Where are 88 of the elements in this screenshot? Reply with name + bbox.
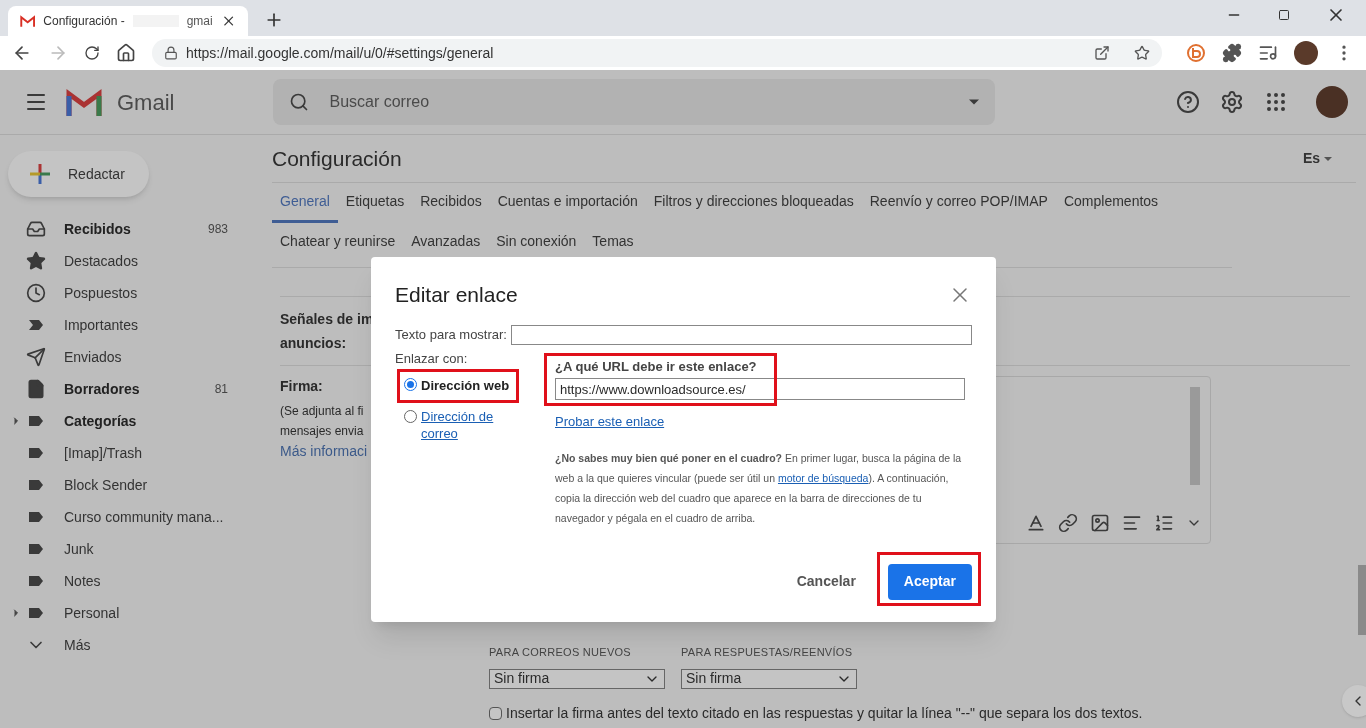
checkbox[interactable]	[489, 706, 502, 720]
sidebar-item[interactable]: Pospuestos	[0, 277, 256, 309]
sidebar-item[interactable]: Destacados	[0, 245, 256, 277]
address-bar[interactable]: https://mail.google.com/mail/u/0/#settings/general	[152, 39, 1162, 67]
search-icon	[289, 92, 310, 112]
settings-tab[interactable]: Recibidos	[412, 183, 490, 223]
settings-tab[interactable]: Reenvío y correo POP/IMAP	[861, 183, 1056, 223]
sidebar-item[interactable]: Más	[0, 629, 256, 661]
clock-icon	[26, 283, 46, 303]
setting-note: mensajes envia	[280, 423, 364, 440]
settings-icon[interactable]	[1220, 90, 1244, 114]
plus-icon	[28, 162, 52, 186]
url-input[interactable]: https://www.downloadsource.es/	[555, 378, 965, 400]
test-link[interactable]: Probar este enlace	[555, 412, 972, 432]
setting-label: Firma:	[280, 377, 323, 396]
sidebar-item[interactable]: Borradores 81	[0, 373, 256, 405]
gmail-logo-icon	[66, 88, 102, 116]
external-link-icon[interactable]	[1094, 45, 1110, 61]
media-icon[interactable]	[1258, 43, 1278, 63]
app-name: Gmail	[117, 88, 175, 117]
apps-icon[interactable]	[1264, 90, 1288, 114]
sidebar-item[interactable]: Personal	[0, 597, 256, 629]
setting-label: anuncios:	[280, 334, 347, 353]
settings-tab[interactable]: Cuentas e importación	[489, 183, 646, 223]
sidebar-item[interactable]: Notes	[0, 565, 256, 597]
mail-logo-icon	[20, 15, 36, 27]
bookmark-star-icon[interactable]	[1134, 45, 1150, 61]
tab-title: gmai	[186, 13, 213, 30]
help-icon[interactable]	[1176, 90, 1200, 114]
setting-note: (Se adjunta al fi	[280, 403, 364, 420]
help-text: ¿No sabes muy bien qué poner en el cuadro? En primer lugar, busca la página de la web a la que quieres vincular (puede ser útil un motor de búsqueda). A continuación, copia la dirección web del cuadro que aparece en la barra de direcciones de tu navegador y pégala en el cuadro de arriba.	[555, 450, 963, 526]
settings-tab[interactable]: Chatear y reunirse	[272, 223, 404, 263]
compose-button[interactable]: Redactar	[8, 151, 149, 197]
tab-title: Configuración -	[43, 13, 125, 30]
field-label: PARA RESPUESTAS/REENVÍOS	[681, 645, 854, 660]
search-engine-link[interactable]: motor de búsqueda	[777, 471, 869, 484]
sidebar-item[interactable]: [Imap]/Trash	[0, 437, 256, 469]
signature-select[interactable]: Sin firma	[489, 668, 665, 689]
field-label: PARA CORREOS NUEVOS	[489, 645, 632, 660]
home-icon[interactable]	[116, 43, 136, 63]
lock-icon	[164, 46, 178, 60]
sidebar-item[interactable]: Junk	[0, 533, 256, 565]
align-icon[interactable]	[1122, 513, 1142, 533]
extension-icon[interactable]	[1186, 43, 1206, 63]
star-icon	[26, 251, 46, 271]
font-color-icon[interactable]	[1026, 513, 1046, 533]
image-icon[interactable]	[1090, 513, 1110, 533]
email-address-link[interactable]: Dirección de correo	[421, 407, 515, 442]
puzzle-icon[interactable]	[1222, 43, 1242, 63]
signature-select[interactable]: Sin firma	[681, 668, 857, 689]
text-input[interactable]	[511, 324, 972, 345]
send-icon	[26, 347, 46, 367]
search-field[interactable]: Buscar correo	[329, 90, 950, 114]
sidebar-item[interactable]: Curso community mana...	[0, 501, 256, 533]
field-label: ¿A qué URL debe ir este enlace?	[555, 357, 758, 376]
sidebar-item[interactable]: Categorías	[0, 405, 256, 437]
field-label: Texto para mostrar:	[395, 325, 507, 344]
inbox-icon	[26, 219, 46, 239]
language-select[interactable]: Es	[1302, 148, 1332, 169]
sidebar-item[interactable]: Importantes	[0, 309, 256, 341]
dropdown-caret-icon[interactable]	[969, 99, 980, 105]
sidebar-item[interactable]: Recibidos 983	[0, 213, 256, 245]
reload-icon[interactable]	[84, 45, 100, 61]
settings-tab[interactable]: General	[272, 183, 338, 223]
scrollbar-thumb	[1358, 565, 1366, 635]
settings-tab[interactable]: Complementos	[1055, 183, 1167, 223]
url-text: https://mail.google.com/mail/u/0/#settings/general	[186, 43, 494, 63]
option-label: Dirección web	[421, 377, 510, 395]
settings-tab[interactable]: Filtros y direcciones bloqueadas	[645, 183, 862, 223]
search-bar[interactable]: Buscar correo	[273, 79, 996, 125]
avatar[interactable]	[1316, 86, 1348, 118]
caret-icon	[1324, 156, 1332, 161]
numbered-list-icon[interactable]	[1154, 513, 1174, 533]
file-icon	[26, 379, 46, 399]
checkbox-label: Insertar la firma antes del texto citado en las respuestas y quitar la línea "--" que separa los dos textos.	[506, 703, 1143, 723]
sidebar-item[interactable]: Enviados	[0, 341, 256, 373]
field-label: Enlazar con:	[395, 349, 468, 368]
browser-tab[interactable]: Configuración - gmai	[8, 6, 248, 36]
accept-button[interactable]: Aceptar	[887, 563, 972, 600]
learn-more-link[interactable]: Más informaci	[280, 441, 368, 462]
maximize-icon[interactable]	[1278, 9, 1290, 21]
avatar[interactable]	[1294, 41, 1318, 65]
cancel-button[interactable]: Cancelar	[788, 563, 864, 600]
page-title: Configuración	[272, 145, 402, 172]
dialog-title: Editar enlace	[395, 282, 518, 308]
settings-tab[interactable]: Etiquetas	[337, 183, 413, 223]
sidebar-item[interactable]: Block Sender	[0, 469, 256, 501]
link-icon[interactable]	[1058, 513, 1078, 533]
